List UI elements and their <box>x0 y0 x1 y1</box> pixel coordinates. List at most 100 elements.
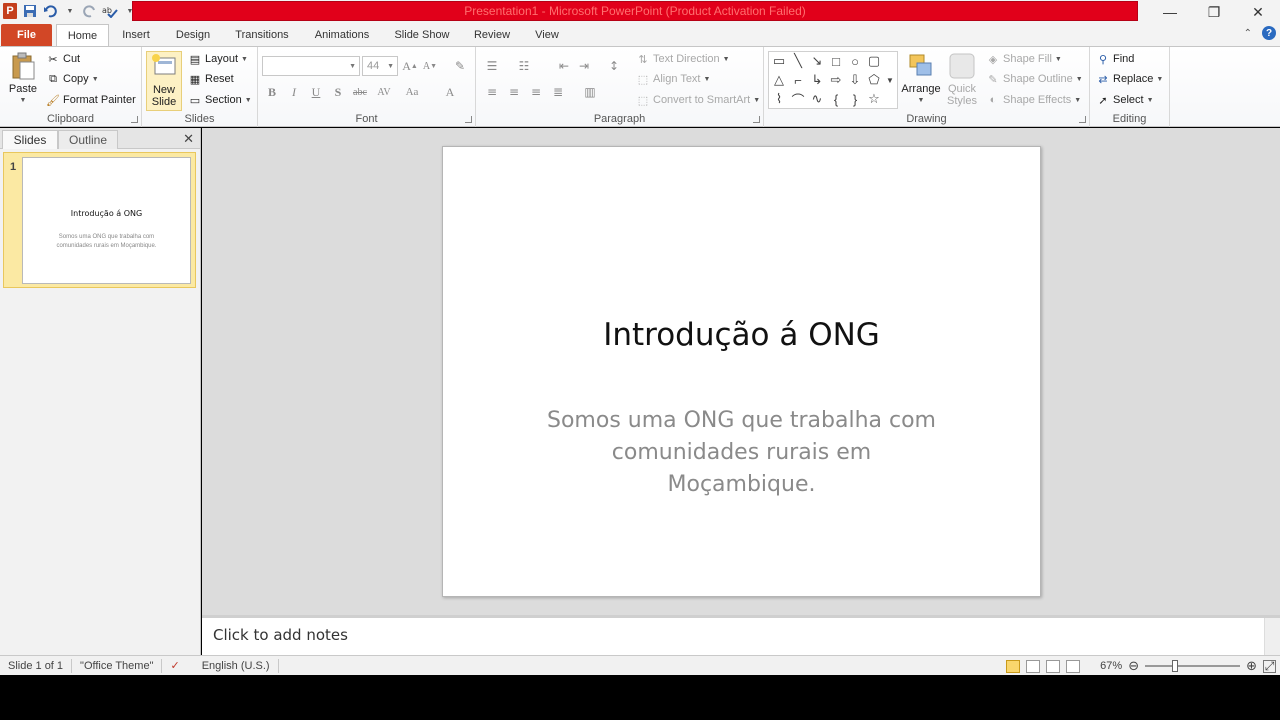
font-family-select[interactable]: ▼ <box>262 56 360 76</box>
change-case-button[interactable]: Aa <box>402 83 422 101</box>
slide-sorter-button[interactable] <box>1026 659 1041 673</box>
tab-view[interactable]: View <box>526 24 568 46</box>
paste-button[interactable]: Paste ▼ <box>6 51 40 107</box>
clear-formatting-button[interactable]: ✎ <box>450 57 470 75</box>
select-button[interactable]: ➚ Select ▼ <box>1096 93 1153 107</box>
down-arrow-shape-icon[interactable]: ⇩ <box>847 72 863 88</box>
line-shape-icon[interactable]: ╲ <box>790 53 806 69</box>
spelling-icon[interactable]: ab <box>101 2 119 20</box>
text-box-shape-icon[interactable]: ▭ <box>771 53 787 69</box>
font-size-select[interactable]: 44 ▼ <box>362 56 398 76</box>
tab-transitions[interactable]: Transitions <box>228 24 296 46</box>
minimize-button[interactable]: — <box>1148 0 1192 24</box>
help-icon[interactable]: ? <box>1262 26 1276 40</box>
slide-subtitle[interactable]: Somos uma ONG que trabalha com comunidad… <box>538 405 945 501</box>
numbering-button[interactable]: ☷ <box>514 57 534 75</box>
character-spacing-button[interactable]: AV <box>374 83 394 101</box>
restore-button[interactable]: ❐ <box>1192 0 1236 24</box>
tab-design[interactable]: Design <box>168 24 218 46</box>
redo-icon[interactable] <box>81 2 99 20</box>
theme-name[interactable]: "Office Theme" <box>72 658 163 673</box>
text-shadow-button[interactable]: S <box>328 83 348 101</box>
notes-placeholder[interactable]: Click to add notes <box>213 626 348 644</box>
underline-button[interactable]: U <box>306 83 326 101</box>
justify-button[interactable]: ≣ <box>548 83 568 101</box>
paragraph-launcher-icon[interactable] <box>753 116 760 123</box>
star-shape-icon[interactable]: ☆ <box>866 91 882 107</box>
right-arrow-shape-icon[interactable]: ⇨ <box>828 72 844 88</box>
arrow-line-shape-icon[interactable]: ↘ <box>809 53 825 69</box>
slide-thumbnail-item[interactable]: 1 Introdução á ONG Somos uma ONG que tra… <box>3 152 196 288</box>
slide-canvas[interactable]: Introdução á ONG Somos uma ONG que traba… <box>442 146 1041 597</box>
triangle-shape-icon[interactable]: △ <box>771 72 787 88</box>
bold-button[interactable]: B <box>262 83 282 101</box>
drawing-launcher-icon[interactable] <box>1079 116 1086 123</box>
shapes-gallery[interactable]: ▭ ╲ ↘ □ ○ ▢ △ ⌐ ↳ ⇨ ⇩ ⬠ ⌇ ⌒ ∿ { } ☆ ▼ <box>768 51 898 109</box>
align-center-button[interactable]: ≡ <box>504 83 524 101</box>
quick-styles-button[interactable]: Quick Styles <box>944 51 980 107</box>
zoom-out-icon[interactable]: ⊖ <box>1128 658 1139 674</box>
shape-fill-button[interactable]: ◈ Shape Fill ▼ <box>986 52 1062 66</box>
freeform-shape-icon[interactable]: ⌇ <box>771 91 787 107</box>
tab-slide-show[interactable]: Slide Show <box>388 24 456 46</box>
italic-button[interactable]: I <box>284 83 304 101</box>
copy-button[interactable]: ⧉ Copy ▼ <box>46 72 99 86</box>
columns-button[interactable]: ▥ <box>580 83 600 101</box>
slide-title[interactable]: Introdução á ONG <box>443 317 1040 353</box>
left-brace-shape-icon[interactable]: { <box>828 91 844 107</box>
rounded-rect-shape-icon[interactable]: ▢ <box>866 53 882 69</box>
tab-insert[interactable]: Insert <box>114 24 158 46</box>
font-color-button[interactable]: A <box>440 83 460 101</box>
tab-outline[interactable]: Outline <box>58 130 118 149</box>
bullets-button[interactable]: ☰ <box>482 57 502 75</box>
elbow-arrow-shape-icon[interactable]: ↳ <box>809 72 825 88</box>
align-text-button[interactable]: ⬚ Align Text ▼ <box>636 72 711 86</box>
shapes-more-icon[interactable]: ▼ <box>884 72 896 88</box>
tab-file[interactable]: File <box>1 24 52 46</box>
find-button[interactable]: ⚲ Find <box>1096 52 1134 66</box>
notes-scrollbar[interactable] <box>1264 618 1280 655</box>
slide-thumbnail[interactable]: Introdução á ONG Somos uma ONG que traba… <box>22 157 191 284</box>
shrink-font-button[interactable]: A ▼ <box>420 57 440 75</box>
align-right-button[interactable]: ≡ <box>526 83 546 101</box>
align-left-button[interactable]: ≡ <box>482 83 502 101</box>
arrange-button[interactable]: Arrange ▼ <box>900 51 942 107</box>
zoom-slider[interactable] <box>1145 660 1241 672</box>
curve-shape-icon[interactable]: ∿ <box>809 91 825 107</box>
convert-smartart-button[interactable]: ⬚ Convert to SmartArt ▼ <box>636 93 760 107</box>
cut-button[interactable]: ✂ Cut <box>46 52 80 66</box>
undo-icon[interactable] <box>41 2 59 20</box>
save-icon[interactable] <box>21 2 39 20</box>
shape-outline-button[interactable]: ✎ Shape Outline ▼ <box>986 72 1082 86</box>
replace-button[interactable]: ⇄ Replace ▼ <box>1096 72 1163 86</box>
decrease-indent-button[interactable]: ⇤ <box>554 57 574 75</box>
layout-button[interactable]: ▤ Layout ▼ <box>188 52 248 66</box>
oval-shape-icon[interactable]: ○ <box>847 53 863 69</box>
arc-shape-icon[interactable]: ⌒ <box>790 91 806 108</box>
reset-button[interactable]: ▦ Reset <box>188 72 234 86</box>
clipboard-launcher-icon[interactable] <box>131 116 138 123</box>
text-direction-button[interactable]: ⇅ Text Direction ▼ <box>636 52 729 66</box>
section-button[interactable]: ▭ Section ▼ <box>188 93 252 107</box>
reading-view-button[interactable] <box>1046 659 1061 673</box>
tab-home[interactable]: Home <box>56 24 109 46</box>
font-launcher-icon[interactable] <box>465 116 472 123</box>
right-brace-shape-icon[interactable]: } <box>847 91 863 107</box>
language-indicator[interactable]: ✓ English (U.S.) <box>162 658 279 673</box>
zoom-in-icon[interactable]: ⊕ <box>1246 658 1257 674</box>
new-slide-button[interactable]: New Slide <box>146 51 182 111</box>
fit-to-window-icon[interactable]: ⤢ <box>1263 659 1276 673</box>
notes-pane[interactable]: Click to add notes <box>202 615 1280 655</box>
tab-animations[interactable]: Animations <box>306 24 378 46</box>
zoom-level[interactable]: 67% <box>1100 660 1122 672</box>
slideshow-button[interactable] <box>1066 659 1081 673</box>
grow-font-button[interactable]: A ▲ <box>400 57 420 75</box>
increase-indent-button[interactable]: ⇥ <box>574 57 594 75</box>
line-spacing-button[interactable]: ↕ <box>604 57 624 75</box>
pentagon-shape-icon[interactable]: ⬠ <box>866 72 882 88</box>
rectangle-shape-icon[interactable]: □ <box>828 53 844 69</box>
format-painter-button[interactable]: 🖌 Format Painter <box>46 93 136 107</box>
tab-slides[interactable]: Slides <box>2 130 58 149</box>
powerpoint-logo-icon[interactable]: P <box>1 2 19 20</box>
strikethrough-button[interactable]: abc <box>350 83 370 101</box>
